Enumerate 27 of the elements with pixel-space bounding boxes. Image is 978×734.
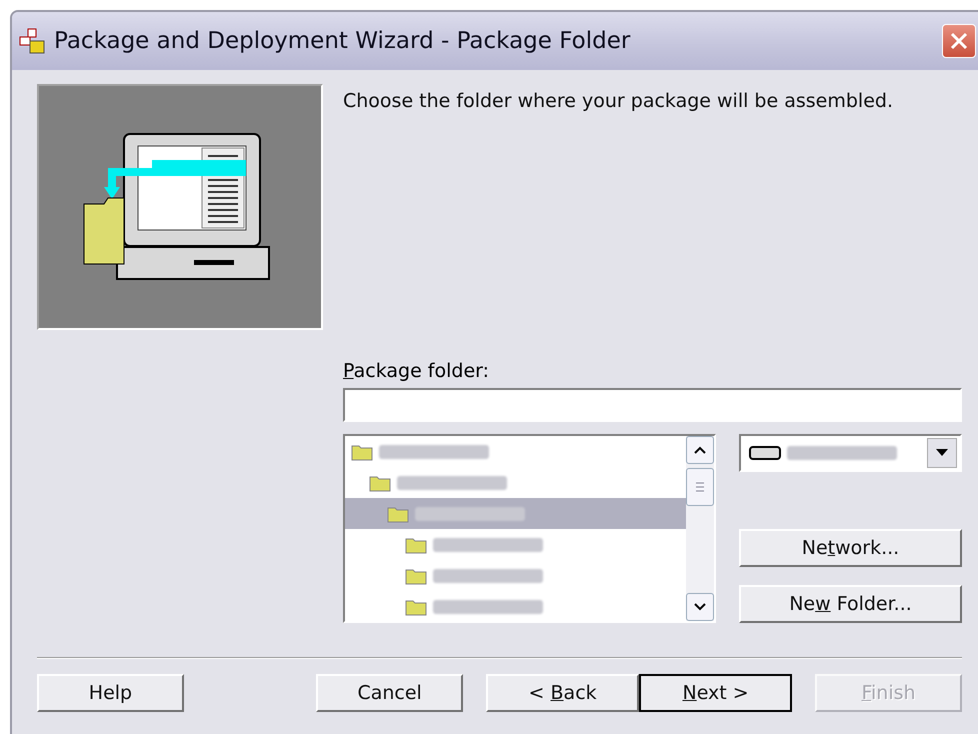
folder-icon <box>387 504 409 522</box>
chevron-down-icon <box>693 602 707 612</box>
wizard-button[interactable]: Cancel <box>316 674 464 712</box>
close-button[interactable] <box>942 24 976 58</box>
folder-icon <box>369 474 391 492</box>
triangle-down-icon <box>936 449 948 457</box>
wizard-button[interactable]: Help <box>37 674 184 712</box>
folder-action-button[interactable]: Network... <box>739 529 962 567</box>
instruction-text: Choose the folder where your package will be assembled. <box>343 90 894 114</box>
folder-icon <box>405 536 427 554</box>
folder-icon <box>405 566 427 584</box>
dropdown-button[interactable] <box>927 438 957 468</box>
scroll-down-button[interactable] <box>686 593 714 621</box>
close-icon <box>948 30 970 52</box>
drive-dropdown[interactable] <box>739 434 962 472</box>
folder-icon <box>351 442 373 460</box>
wizard-button[interactable]: < Back <box>486 674 640 712</box>
drive-icon <box>749 445 781 461</box>
scroll-thumb[interactable] <box>686 468 714 506</box>
folder-action-button[interactable]: New Folder... <box>739 585 962 623</box>
package-folder-field[interactable] <box>343 388 962 422</box>
folder-icon <box>405 598 427 616</box>
field-label: Package folder: <box>343 360 490 382</box>
chevron-up-icon <box>693 445 707 455</box>
wizard-button[interactable]: Next > <box>639 674 792 712</box>
window-title: Package and Deployment Wizard - Package Folder <box>54 28 632 54</box>
scroll-up-button[interactable] <box>686 436 714 464</box>
